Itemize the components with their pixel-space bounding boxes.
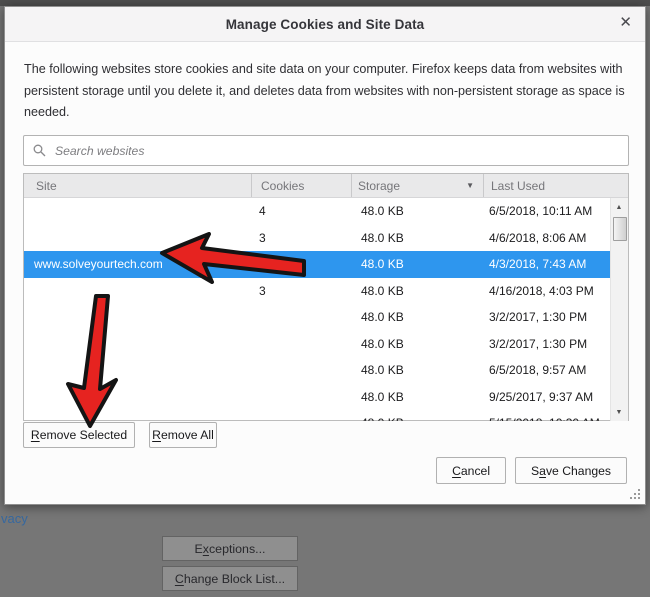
sort-descending-icon: ▼ [466,181,474,190]
vertical-scrollbar[interactable]: ▲ ▼ [610,198,628,421]
search-icon [33,144,46,157]
column-header-last-used[interactable]: Last Used [483,174,628,197]
site-data-table: Site Cookies Storage ▼ Last Used 448.0 K… [23,173,629,421]
table-header: Site Cookies Storage ▼ Last Used [24,174,628,198]
button-label: ve Changes [546,464,611,478]
remove-selected-button[interactable]: Remove Selected [23,422,135,448]
scrollbar-thumb[interactable] [613,217,627,241]
description-line: The following websites store cookies and… [24,59,627,81]
button-accesskey: a [539,464,546,478]
scroll-up-icon[interactable]: ▲ [611,199,627,215]
close-icon[interactable]: ✕ [619,13,632,33]
button-label: emove All [161,428,214,442]
column-header-label: Storage [358,179,400,193]
dialog-title: Manage Cookies and Site Data [226,17,425,32]
cancel-button[interactable]: Cancel [436,457,506,484]
privacy-link-partial[interactable]: vacy [1,511,28,526]
description-line: persistent storage until you delete it, … [24,81,627,103]
description-line: needed. [24,102,627,124]
table-row[interactable]: 348.0 KB4/16/2018, 4:03 PM [24,278,611,305]
button-label: hange Block List... [184,572,285,586]
remove-all-button[interactable]: Remove All [149,422,217,448]
change-block-list-button[interactable]: Change Block List... [162,566,298,591]
button-label: E [195,542,203,556]
screen: vacy Exceptions... Change Block List... … [0,0,650,597]
manage-cookies-dialog: Manage Cookies and Site Data ✕ The follo… [4,6,646,505]
table-row[interactable]: 48.0 KB9/25/2017, 9:37 AM [24,384,611,411]
button-accesskey: C [175,572,184,586]
column-header-cookies[interactable]: Cookies [251,174,351,197]
button-accesskey: R [152,428,161,442]
dialog-titlebar: Manage Cookies and Site Data ✕ [5,7,645,42]
search-websites-box [23,135,629,166]
table-row-selected[interactable]: www.solveyourtech.com548.0 KB4/3/2018, 7… [24,251,611,278]
button-label: S [531,464,539,478]
resize-grip[interactable] [630,489,641,500]
save-changes-button[interactable]: Save Changes [515,457,627,484]
table-row[interactable]: 48.0 KB3/2/2017, 1:30 PM [24,331,611,358]
table-body: 448.0 KB6/5/2018, 10:11 AM 348.0 KB4/6/2… [24,198,628,421]
table-row[interactable]: 48.0 KB3/2/2017, 1:30 PM [24,304,611,331]
search-input[interactable] [53,143,619,159]
table-row[interactable]: 348.0 KB4/6/2018, 8:06 AM [24,225,611,252]
exceptions-button[interactable]: Exceptions... [162,536,298,561]
dialog-description: The following websites store cookies and… [24,59,627,124]
column-header-site[interactable]: Site [24,174,251,197]
button-accesskey: R [31,428,40,442]
button-label: emove Selected [40,428,127,442]
button-accesskey: C [452,464,461,478]
table-row[interactable]: 448.0 KB6/5/2018, 10:11 AM [24,198,611,225]
table-row[interactable]: 48.0 KB6/5/2018, 9:57 AM [24,357,611,384]
column-header-storage[interactable]: Storage ▼ [351,174,483,197]
button-label: ancel [461,464,490,478]
button-label: ceptions... [209,542,265,556]
scroll-down-icon[interactable]: ▼ [611,404,627,420]
table-row[interactable]: 48.0 KB5/15/2018, 10:30 AM [24,410,611,421]
dialog-footer-actions: Cancel Save Changes [436,457,627,484]
